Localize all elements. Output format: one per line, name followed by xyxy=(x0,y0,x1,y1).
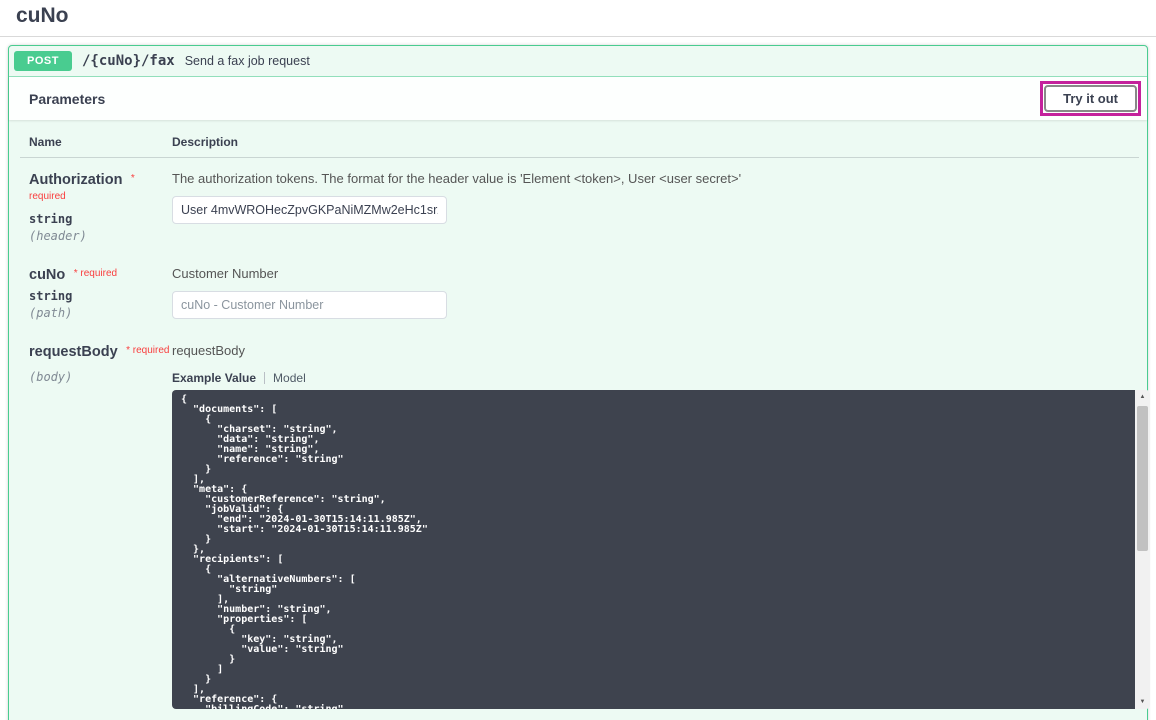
description-column-header: Description xyxy=(172,135,1139,149)
param-description: The authorization tokens. The format for… xyxy=(172,171,1139,186)
scroll-down-icon[interactable]: ▼ xyxy=(1135,695,1150,709)
scrollbar-track[interactable] xyxy=(1135,404,1150,695)
cuno-name-cell: cuNo * required string (path) xyxy=(29,266,172,320)
tab-example-value[interactable]: Example Value xyxy=(172,371,256,385)
param-row-requestbody: requestBody * required (body) requestBod… xyxy=(20,330,1139,720)
tab-model[interactable]: Model xyxy=(273,371,306,385)
parameters-section-header: Parameters Try it out xyxy=(9,77,1147,120)
model-example-tabs: Example Value Model xyxy=(172,371,1150,385)
cuno-input[interactable] xyxy=(172,291,447,319)
authorization-input[interactable] xyxy=(172,196,447,224)
operation-description: Send a fax job request xyxy=(185,54,310,68)
requestbody-name-cell: requestBody * required (body) xyxy=(29,343,172,720)
authorization-description-cell: The authorization tokens. The format for… xyxy=(172,171,1139,243)
parameters-table-header: Name Description xyxy=(20,135,1139,158)
requestbody-description-cell: requestBody Example Value Model { "docum… xyxy=(172,343,1150,720)
param-name: cuNo xyxy=(29,267,65,283)
code-scrollbar[interactable]: ▲ ▼ xyxy=(1135,390,1150,709)
param-type: string xyxy=(29,289,172,303)
param-row-authorization: Authorization * required string (header)… xyxy=(20,158,1139,253)
param-location: (body) xyxy=(29,370,172,384)
authorization-name-cell: Authorization * required string (header) xyxy=(29,171,172,243)
example-json-code: { "documents": [ { "charset": "string", … xyxy=(172,390,1135,709)
http-method-badge: POST xyxy=(14,51,72,71)
scroll-up-icon[interactable]: ▲ xyxy=(1135,390,1150,404)
param-location: (header) xyxy=(29,229,172,243)
cuno-description-cell: Customer Number xyxy=(172,266,1139,320)
param-description: Customer Number xyxy=(172,266,1139,281)
example-json-block: { "documents": [ { "charset": "string", … xyxy=(172,390,1150,709)
required-badge: * required xyxy=(126,345,169,356)
post-fax-opblock: POST /{cuNo}/fax Send a fax job request … xyxy=(8,45,1148,720)
scrollbar-thumb[interactable] xyxy=(1137,406,1148,551)
tab-divider xyxy=(264,372,265,384)
param-name: Authorization xyxy=(29,172,122,188)
required-badge: * required xyxy=(74,268,117,279)
try-it-out-highlight: Try it out xyxy=(1040,81,1141,116)
param-description: requestBody xyxy=(172,343,1150,358)
operation-path: /{cuNo}/fax xyxy=(82,53,175,69)
param-type: string xyxy=(29,212,172,226)
param-name: requestBody xyxy=(29,344,118,360)
param-row-cuno: cuNo * required string (path) Customer N… xyxy=(20,253,1139,330)
try-it-out-button[interactable]: Try it out xyxy=(1044,85,1137,112)
page-title: cuNo xyxy=(16,4,1140,28)
page-header: cuNo xyxy=(0,0,1156,37)
name-column-header: Name xyxy=(29,135,172,149)
parameters-title: Parameters xyxy=(29,91,105,107)
param-location: (path) xyxy=(29,306,172,320)
operation-summary-bar[interactable]: POST /{cuNo}/fax Send a fax job request xyxy=(9,46,1147,77)
parameters-table: Name Description Authorization * require… xyxy=(9,120,1147,720)
